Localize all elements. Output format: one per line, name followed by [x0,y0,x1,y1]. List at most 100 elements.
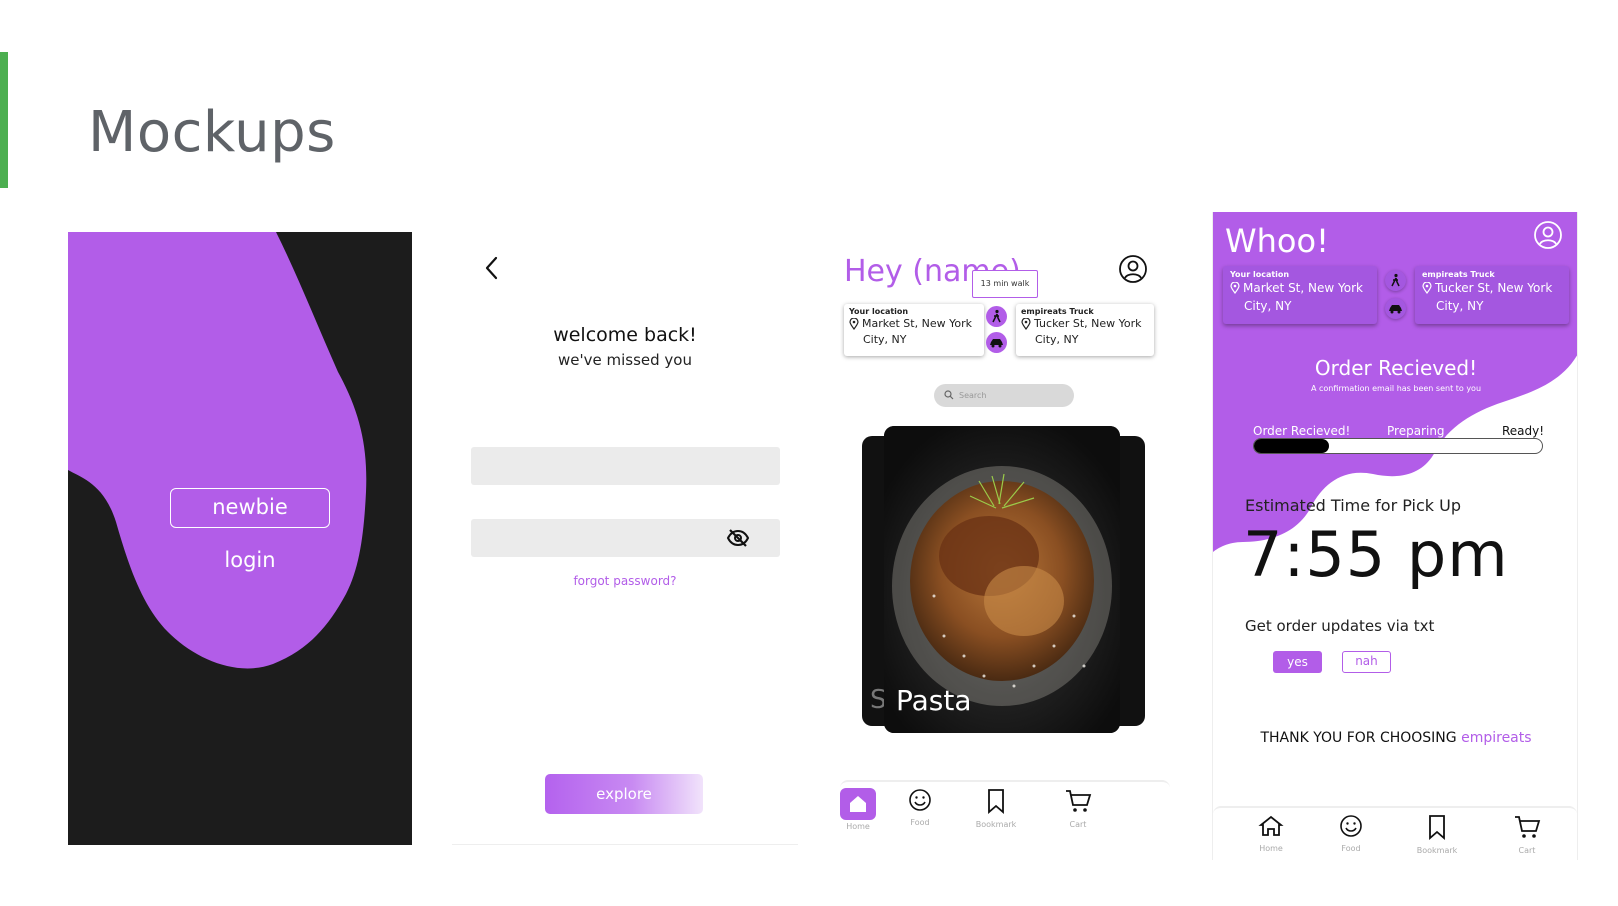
search-input[interactable]: Search [934,384,1074,407]
your-location-line1: Market St, New York [849,316,979,332]
your-location-card: Your location Market St, New York City, … [844,304,984,356]
nav-bookmark-label: Bookmark [1416,846,1458,855]
home-active-pill [840,788,876,820]
purple-blob [68,232,367,669]
yes-button[interactable]: yes [1273,651,1322,673]
profile-icon[interactable] [1533,220,1563,250]
pin-icon [1422,282,1432,294]
thank-you-brand: empireats [1461,730,1532,746]
truck-location-card: empireats Truck Tucker St, New York City… [1016,304,1154,356]
eye-off-icon[interactable] [726,528,750,548]
home-icon [850,796,866,812]
nav-food-label: Food [1341,844,1361,853]
pin-icon [849,318,859,330]
walk-icon [1391,273,1400,287]
your-location-card: Your location Market St, New York City, … [1223,266,1377,324]
walk-mode-button[interactable] [986,306,1007,327]
login-button[interactable]: login [170,548,330,572]
walk-time-tooltip: 13 min walk [972,270,1038,298]
smiley-icon [909,789,931,811]
nav-food[interactable]: Food [1323,814,1379,853]
step-preparing: Preparing [1387,424,1445,438]
drive-mode-button[interactable] [1385,298,1406,319]
pin-icon [1021,318,1031,330]
truck-location-line1: Tucker St, New York [1021,316,1149,332]
truck-location-street: Tucker St, New York [1435,281,1553,295]
truck-location-line1: Tucker St, New York [1422,279,1562,297]
order-status-subtitle: A confirmation email has been sent to yo… [1310,384,1482,393]
nav-home-label: Home [846,822,870,831]
bookmark-icon [988,789,1004,814]
newbie-button[interactable]: newbie [170,488,330,528]
your-location-label: Your location [1230,270,1290,279]
search-placeholder: Search [959,391,987,400]
truck-location-city: City, NY [1436,299,1484,313]
nah-button[interactable]: nah [1342,651,1391,673]
back-arrow-icon[interactable] [482,254,502,282]
nav-cart-label: Cart [1518,846,1536,855]
cart-icon [1515,816,1541,838]
nav-home[interactable]: Home [840,788,886,831]
car-icon [990,339,1003,348]
thank-you-prefix: THANK YOU FOR CHOOSING [1260,730,1462,746]
explore-button[interactable]: explore [545,774,703,814]
order-progress-bar [1253,438,1543,454]
smiley-icon [1340,815,1362,837]
walk-mode-button[interactable] [1385,270,1406,291]
accent-bar [0,52,8,188]
your-location-street: Market St, New York [862,317,972,330]
password-field[interactable] [471,519,780,557]
step-order-received: Order Recieved! [1253,424,1351,438]
your-location-city: City, NY [863,333,907,346]
cart-icon [1066,790,1092,812]
order-status-mockup: Whoo! Your location Market St, New York … [1212,212,1578,860]
bottom-nav: Home Food Bookmark Cart [1213,806,1577,856]
your-location-label: Your location [849,307,909,316]
nav-cart[interactable]: Cart [1050,788,1106,829]
food-card-pasta[interactable]: Pasta [884,426,1120,733]
nav-home-label: Home [1259,844,1283,853]
nav-home[interactable]: Home [1243,814,1299,853]
search-icon [944,390,954,400]
truck-location-city: City, NY [1035,333,1079,346]
nav-cart-label: Cart [1069,820,1087,829]
walk-icon [992,309,1001,323]
updates-label: Get order updates via txt [1245,617,1435,635]
login-mockup: welcome back! we've missed you forgot pa… [452,232,798,845]
order-status-title: Order Recieved! [1314,356,1478,380]
forgot-password-link[interactable]: forgot password? [452,574,798,588]
bookmark-icon [1429,815,1445,840]
drive-mode-button[interactable] [986,332,1007,353]
eta-label: Estimated Time for Pick Up [1245,496,1461,515]
food-card-title: Pasta [896,684,972,717]
slide-title: Mockups [88,100,336,165]
landing-mockup: newbie login [68,232,412,845]
truck-location-street: Tucker St, New York [1034,317,1142,330]
welcome-subheading: we've missed you [558,351,692,369]
nav-food[interactable]: Food [892,788,948,827]
nav-food-label: Food [910,818,930,827]
your-location-street: Market St, New York [1243,281,1363,295]
car-icon [1389,305,1402,314]
your-location-line1: Market St, New York [1230,279,1370,297]
thank-you-message: THANK YOU FOR CHOOSING empireats [1213,730,1577,746]
home-icon [1258,815,1284,836]
username-field[interactable] [471,447,780,485]
your-location-city: City, NY [1244,299,1292,313]
home-mockup: Hey (name) 13 min walk Your location Mar… [840,250,1170,835]
nav-bookmark[interactable]: Bookmark [968,788,1024,829]
truck-location-label: empireats Truck [1422,270,1495,279]
order-progress-fill [1254,439,1329,453]
nav-cart[interactable]: Cart [1499,814,1555,855]
bottom-nav: Home Food Bookmark Cart [840,780,1170,831]
nav-bookmark[interactable]: Bookmark [1409,814,1465,855]
truck-location-label: empireats Truck [1021,307,1094,316]
nav-bookmark-label: Bookmark [975,820,1017,829]
eta-time: 7:55 pm [1243,518,1509,591]
order-title: Whoo! [1225,222,1329,260]
truck-location-card: empireats Truck Tucker St, New York City… [1415,266,1569,324]
welcome-heading: welcome back! [553,324,697,346]
step-ready: Ready! [1502,424,1545,438]
pin-icon [1230,282,1240,294]
profile-icon[interactable] [1118,254,1148,284]
